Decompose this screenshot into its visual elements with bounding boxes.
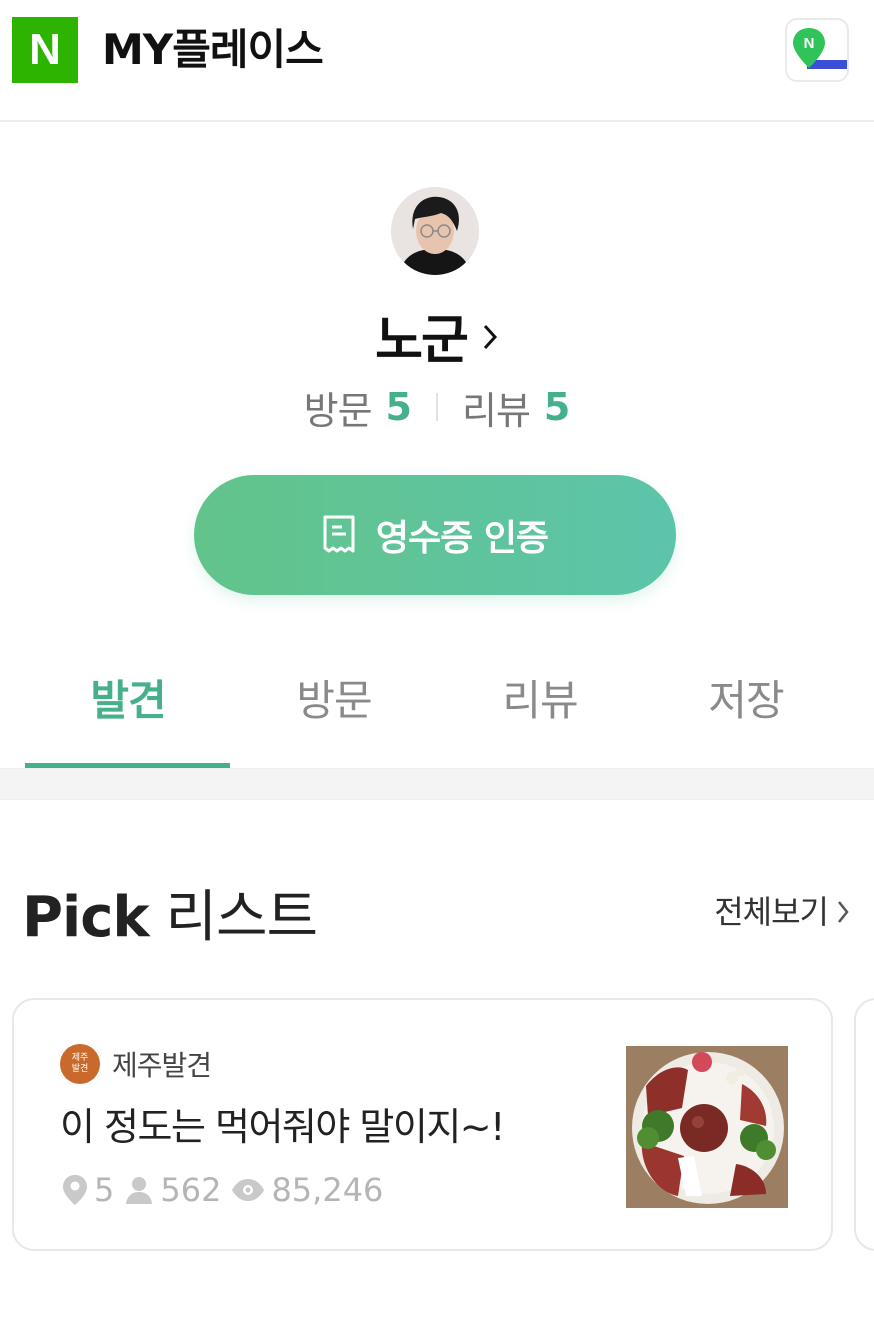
followers-count-value: 562 bbox=[160, 1171, 222, 1209]
avatar-photo bbox=[391, 187, 479, 275]
badge-icon-line-2: 발견 bbox=[71, 1064, 89, 1074]
profile-stats: 방문 5 리뷰 5 bbox=[0, 380, 874, 434]
receipt-verify-label: 영수증 인증 bbox=[375, 518, 549, 559]
nickname: 노군 bbox=[375, 310, 469, 371]
app-header: N MY플레이스 N bbox=[0, 0, 874, 122]
food-photo bbox=[626, 1046, 788, 1208]
nickname-row[interactable]: 노군 bbox=[0, 300, 874, 371]
person-icon bbox=[126, 1177, 153, 1204]
views-count: 85,246 bbox=[231, 1170, 383, 1210]
naver-logo[interactable]: N bbox=[12, 17, 78, 83]
stat-divider bbox=[436, 393, 438, 421]
pick-list-card[interactable]: 제주 발견 제주발견 이 정도는 먹어줘야 말이지~! 5 562 85,246 bbox=[12, 998, 833, 1251]
pick-list-heading-rest: 리스트 bbox=[148, 885, 318, 950]
visit-count-value: 5 bbox=[385, 385, 412, 429]
views-count-value: 85,246 bbox=[271, 1171, 384, 1209]
naver-logo-letter: N bbox=[29, 25, 61, 74]
section-divider bbox=[0, 768, 874, 800]
chevron-right-icon bbox=[838, 901, 849, 923]
card-thumbnail bbox=[626, 1046, 788, 1208]
tab-saved[interactable]: 저장 bbox=[643, 640, 849, 768]
eye-icon bbox=[232, 1179, 265, 1201]
tab-discover[interactable]: 발견 bbox=[25, 640, 231, 768]
svg-text:N: N bbox=[804, 35, 815, 52]
badge-label: 제주발견 bbox=[112, 1049, 212, 1082]
avatar[interactable] bbox=[391, 187, 479, 275]
visit-count-label: 방문 bbox=[303, 388, 373, 433]
pick-list-heading: Pick 리스트 bbox=[22, 882, 318, 954]
location-pin-icon bbox=[63, 1175, 87, 1205]
review-count-value: 5 bbox=[543, 385, 571, 429]
tab-reviews[interactable]: 리뷰 bbox=[437, 640, 643, 768]
card-badge: 제주 발견 제주발견 bbox=[60, 1044, 212, 1084]
card-title: 이 정도는 먹어줘야 말이지~! bbox=[60, 1105, 505, 1149]
followers-count: 562 bbox=[124, 1170, 221, 1210]
places-count-value: 5 bbox=[94, 1171, 115, 1209]
card-meta: 5 562 85,246 bbox=[62, 1170, 393, 1210]
badge-icon-line-1: 제주 bbox=[71, 1053, 89, 1063]
tab-visits[interactable]: 방문 bbox=[231, 640, 437, 768]
page-title: MY플레이스 bbox=[102, 25, 324, 74]
review-count-label: 리뷰 bbox=[462, 388, 531, 433]
pick-list-heading-bold: Pick bbox=[22, 885, 150, 950]
next-card-peek[interactable] bbox=[854, 998, 874, 1251]
see-all-label: 전체보기 bbox=[714, 893, 829, 931]
map-app-button[interactable]: N bbox=[785, 18, 849, 82]
profile-tabs: 발견 방문 리뷰 저장 bbox=[25, 640, 849, 768]
receipt-verify-button[interactable]: 영수증 인증 bbox=[194, 475, 676, 595]
places-count: 5 bbox=[62, 1170, 114, 1210]
chevron-right-icon bbox=[483, 324, 497, 350]
map-app-icon: N bbox=[793, 28, 847, 69]
receipt-icon bbox=[323, 515, 355, 553]
see-all-link[interactable]: 전체보기 bbox=[714, 890, 850, 934]
badge-icon: 제주 발견 bbox=[60, 1044, 100, 1084]
